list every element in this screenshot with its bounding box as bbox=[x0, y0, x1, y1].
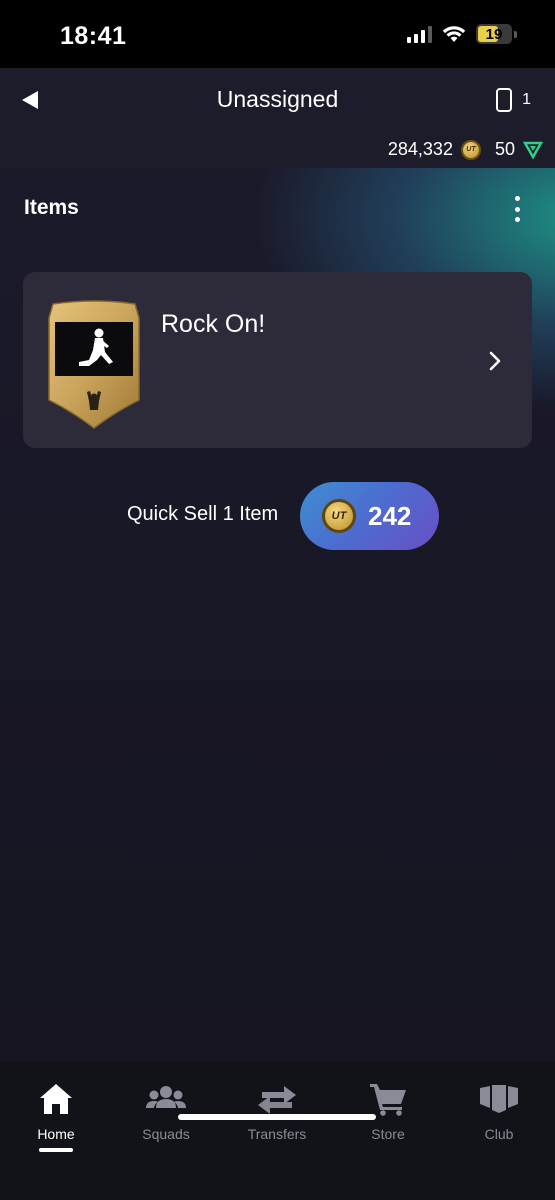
nav-label-club: Club bbox=[484, 1126, 514, 1142]
currency-display: 284,332 UT 50 bbox=[388, 139, 543, 160]
wifi-icon bbox=[442, 26, 466, 42]
section-title: Items bbox=[24, 196, 79, 219]
status-icons: 19 bbox=[407, 24, 517, 44]
app-screen: Unassigned 1 284,332 UT 50 Items Rock On… bbox=[0, 68, 555, 1200]
battery-level: 19 bbox=[485, 25, 503, 43]
card-pile-icon bbox=[496, 88, 513, 112]
quick-sell-row: Quick Sell 1 Item UT 242 bbox=[0, 482, 555, 550]
item-card[interactable]: Rock On! bbox=[23, 272, 532, 448]
home-icon bbox=[40, 1084, 72, 1114]
points-icon bbox=[523, 141, 543, 160]
unassigned-pile-button[interactable]: 1 bbox=[496, 88, 531, 112]
nav-label-squads: Squads bbox=[142, 1126, 190, 1142]
status-time: 18:41 bbox=[60, 22, 127, 50]
points-amount: 50 bbox=[494, 139, 515, 159]
quick-sell-label: Quick Sell 1 Item bbox=[127, 503, 279, 525]
page-title: Unassigned bbox=[216, 86, 339, 112]
currency-bar: 284,332 UT 50 bbox=[0, 132, 555, 168]
quick-sell-button[interactable]: UT 242 bbox=[300, 482, 439, 550]
coin-icon: UT bbox=[460, 139, 481, 160]
nav-item-transfers[interactable]: Transfers bbox=[227, 1082, 327, 1142]
nav-label-store: Store bbox=[371, 1126, 405, 1142]
top-bar: Unassigned 1 bbox=[0, 68, 555, 132]
squads-icon bbox=[146, 1086, 186, 1108]
coins-amount: 284,332 bbox=[387, 139, 453, 159]
nav-label-home: Home bbox=[37, 1126, 75, 1142]
nav-item-squads[interactable]: Squads bbox=[116, 1082, 216, 1142]
coin-icon: UT bbox=[322, 499, 356, 533]
item-name: Rock On! bbox=[161, 310, 266, 338]
more-options-button[interactable] bbox=[513, 196, 521, 222]
nav-item-store[interactable]: Store bbox=[338, 1082, 438, 1142]
nav-item-home[interactable]: Home bbox=[6, 1082, 106, 1152]
nav-item-club[interactable]: Club bbox=[449, 1082, 549, 1142]
club-icon bbox=[480, 1085, 518, 1113]
home-indicator[interactable] bbox=[178, 1114, 376, 1120]
quick-sell-value: 242 bbox=[368, 500, 412, 531]
nav-label-transfers: Transfers bbox=[247, 1126, 307, 1142]
transfers-icon bbox=[258, 1086, 296, 1114]
battery-icon: 19 bbox=[476, 24, 512, 44]
status-bar: 18:41 19 bbox=[0, 0, 555, 68]
pile-count: 1 bbox=[522, 91, 531, 108]
bottom-navigation: Home Squads Transfers Store Club bbox=[0, 1062, 555, 1200]
cellular-signal-icon bbox=[407, 25, 432, 43]
chevron-right-icon bbox=[489, 351, 501, 371]
active-indicator bbox=[39, 1148, 73, 1152]
store-icon bbox=[370, 1084, 406, 1116]
celebration-card-thumbnail bbox=[45, 300, 143, 430]
